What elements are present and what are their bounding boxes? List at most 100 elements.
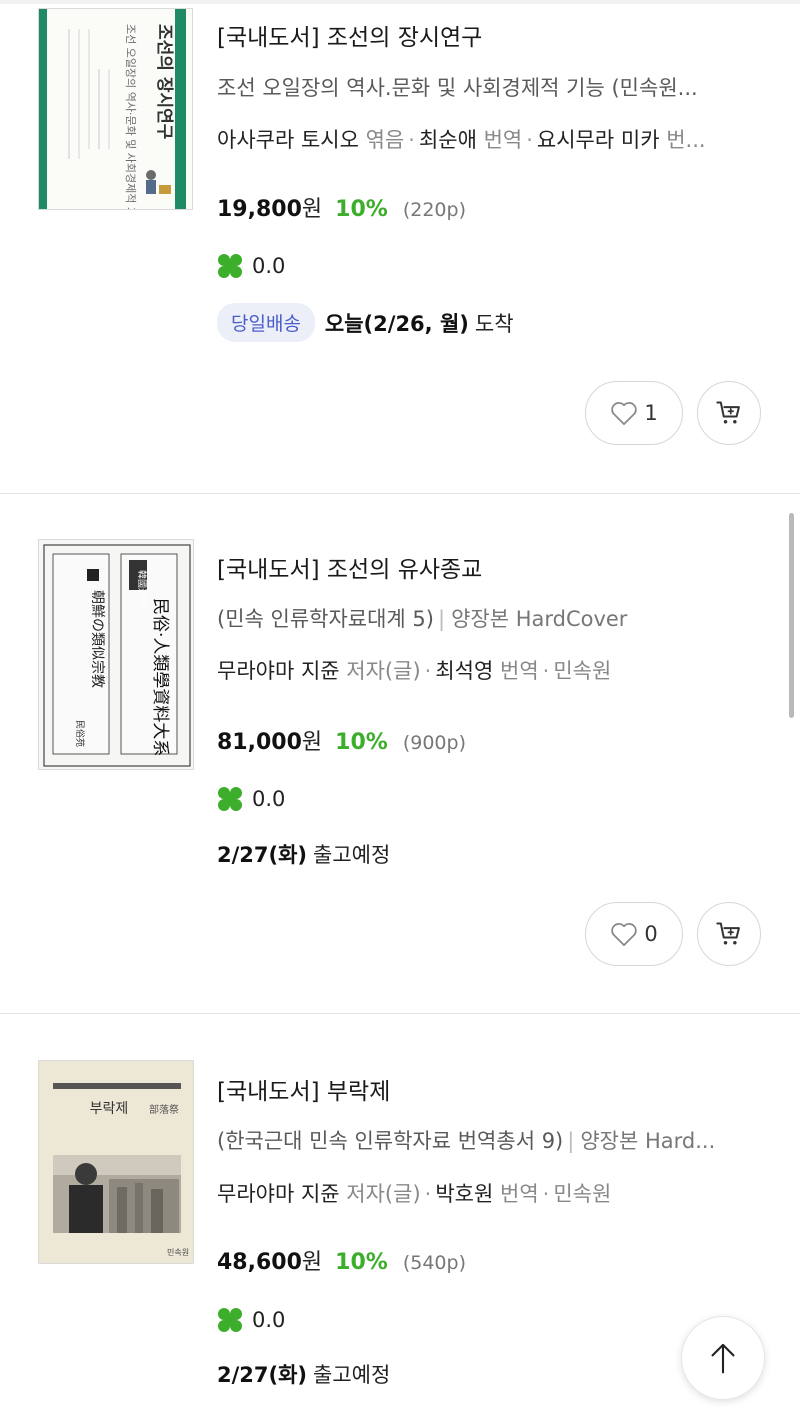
book-title[interactable]: [국내도서] 부락제 [217, 1072, 767, 1106]
svg-text:부락제: 부락제 [90, 1101, 129, 1117]
separator-bar: | [567, 1129, 575, 1153]
svg-text:韓國近代: 韓國近代 [136, 570, 148, 606]
rating-row: 0.0 [217, 1307, 285, 1333]
delivery-date: 오늘(2/26, 월) [324, 311, 469, 336]
page-count: (540p) [402, 1252, 466, 1274]
binding-type: 양장본 Hard... [580, 1129, 716, 1153]
svg-text:民俗苑: 民俗苑 [74, 720, 86, 747]
book-subtitle: (민속 인류학자료대계 5) | 양장본 HardCover [217, 603, 762, 633]
page-count: (900p) [402, 732, 466, 754]
currency-unit: 원 [301, 730, 323, 755]
book-title[interactable]: [국내도서] 조선의 장시연구 [217, 18, 767, 52]
book-price: 19,800 [217, 197, 302, 222]
delivery-status: 출고예정 [313, 843, 391, 867]
page-count: (220p) [402, 199, 466, 221]
rating-value: 0.0 [252, 787, 286, 811]
rating-row: 0.0 [217, 786, 285, 812]
currency-unit: 원 [301, 197, 323, 222]
delivery-row: 2/27(화) 출고예정 [217, 839, 390, 869]
book-cover-image[interactable]: 조선 오일장의 역사·문화 및 사회경제적 기능 조선의 장시연구 [38, 8, 193, 210]
separator-dot: · [424, 1182, 432, 1206]
book-cover-art: 韓國近代 朝鮮の類似宗教 民俗·人類學資料大系 民俗苑 [39, 540, 193, 769]
separator-dot: · [542, 659, 550, 683]
author-name[interactable]: 박호원 [435, 1182, 493, 1206]
delivery-status: 출고예정 [313, 1363, 391, 1387]
book-item-2[interactable]: 韓國近代 朝鮮の類似宗教 民俗·人類學資料大系 民俗苑 [국내도서] 조선의 유… [0, 494, 800, 1013]
author-name[interactable]: 요시무라 미카 [537, 128, 660, 152]
like-count: 1 [644, 401, 658, 425]
author-name[interactable]: 최석영 [435, 659, 493, 683]
author-role: 번역 [500, 1182, 539, 1206]
clover-rating-icon [217, 253, 243, 279]
scrollbar-thumb[interactable] [789, 513, 794, 718]
discount-rate: 10% [335, 197, 388, 222]
book-authors: 무라야마 지쥰 저자(글) · 최석영 번역 · 민속원 [217, 655, 762, 685]
author-role: 엮음 [365, 128, 405, 152]
price-row: 81,000원 10% (900p) [217, 724, 466, 756]
scroll-to-top-button[interactable] [681, 1316, 765, 1400]
book-title[interactable]: [국내도서] 조선의 유사종교 [217, 550, 767, 584]
like-button[interactable]: 0 [585, 902, 683, 966]
svg-text:민속원: 민속원 [167, 1247, 189, 1257]
add-to-cart-button[interactable] [697, 902, 761, 966]
author-name[interactable]: 최순애 [419, 128, 477, 152]
cart-icon [716, 401, 740, 424]
publisher-name[interactable]: 민속원 [553, 659, 611, 683]
delivery-row: 2/27(화) 출고예정 [217, 1359, 390, 1389]
rating-value: 0.0 [252, 1308, 286, 1332]
binding-type: 양장본 HardCover [451, 607, 628, 631]
arrow-up-icon [711, 1343, 735, 1374]
separator-dot: · [526, 128, 533, 152]
series-name: (한국근대 민속 인류학자료 번역총서 9) [217, 1129, 564, 1153]
currency-unit: 원 [301, 1250, 323, 1275]
like-count: 0 [644, 922, 658, 946]
author-name[interactable]: 아사쿠라 토시오 [217, 128, 359, 152]
book-price: 48,600 [217, 1250, 302, 1275]
same-day-delivery-badge: 당일배송 [217, 303, 315, 342]
series-name: (민속 인류학자료대계 5) [217, 607, 434, 631]
price-row: 48,600원 10% (540p) [217, 1244, 466, 1276]
author-role: 번역 [483, 128, 523, 152]
separator-dot: · [542, 1182, 550, 1206]
cart-icon [716, 922, 740, 945]
author-role: 저자(글) [346, 659, 421, 683]
book-authors: 아사쿠라 토시오 엮음 · 최순애 번역 · 요시무라 미카 번... [217, 124, 762, 154]
author-role: 번역 [500, 659, 539, 683]
heart-icon [611, 402, 638, 425]
separator-bar: | [437, 607, 446, 631]
like-button[interactable]: 1 [585, 381, 683, 445]
svg-text:民俗·人類學資料大系: 民俗·人類學資料大系 [150, 598, 170, 756]
book-item-1[interactable]: 조선 오일장의 역사·문화 및 사회경제적 기능 조선의 장시연구 [국내도서]… [0, 0, 800, 493]
author-role: 저자(글) [346, 1182, 421, 1206]
separator-dot: · [408, 128, 415, 152]
clover-rating-icon [217, 786, 243, 812]
author-name[interactable]: 무라야마 지쥰 [217, 1182, 340, 1206]
delivery-date: 2/27(화) [217, 843, 308, 867]
book-cover-art: 조선 오일장의 역사·문화 및 사회경제적 기능 조선의 장시연구 [39, 9, 192, 210]
author-role: 번... [666, 128, 706, 152]
rating-row: 0.0 [217, 253, 285, 279]
book-subtitle: 조선 오일장의 역사.문화 및 사회경제적 기능 (민속원... [217, 76, 698, 100]
svg-text:조선 오일장의 역사·문화 및 사회경제적 기능: 조선 오일장의 역사·문화 및 사회경제적 기능 [124, 24, 138, 210]
book-cover-image[interactable]: 韓國近代 朝鮮の類似宗教 民俗·人類學資料大系 民俗苑 [38, 539, 194, 770]
delivery-status: 도착 [474, 311, 514, 336]
rating-value: 0.0 [252, 254, 286, 278]
price-row: 19,800원 10% (220p) [217, 191, 466, 223]
delivery-date: 2/27(화) [217, 1363, 308, 1387]
book-price: 81,000 [217, 730, 302, 755]
clover-rating-icon [217, 1307, 243, 1333]
add-to-cart-button[interactable] [697, 381, 761, 445]
book-cover-image[interactable]: 부락제 部落祭 민속원 [38, 1060, 194, 1264]
book-item-3[interactable]: 부락제 部落祭 민속원 [국내도서] 부락제 (한국근대 민속 인류학자료 번역… [0, 1014, 800, 1413]
discount-rate: 10% [335, 1250, 388, 1275]
author-name[interactable]: 무라야마 지쥰 [217, 659, 340, 683]
svg-text:朝鮮の類似宗教: 朝鮮の類似宗教 [89, 590, 105, 688]
discount-rate: 10% [335, 730, 388, 755]
publisher-name[interactable]: 민속원 [553, 1182, 611, 1206]
heart-icon [611, 923, 638, 946]
book-subtitle: (한국근대 민속 인류학자료 번역총서 9) | 양장본 Hard... [217, 1125, 762, 1155]
svg-text:部落祭: 部落祭 [149, 1103, 179, 1116]
book-cover-art: 부락제 部落祭 민속원 [39, 1061, 193, 1263]
delivery-row: 당일배송 오늘(2/26, 월) 도착 [217, 303, 514, 342]
separator-dot: · [424, 659, 432, 683]
